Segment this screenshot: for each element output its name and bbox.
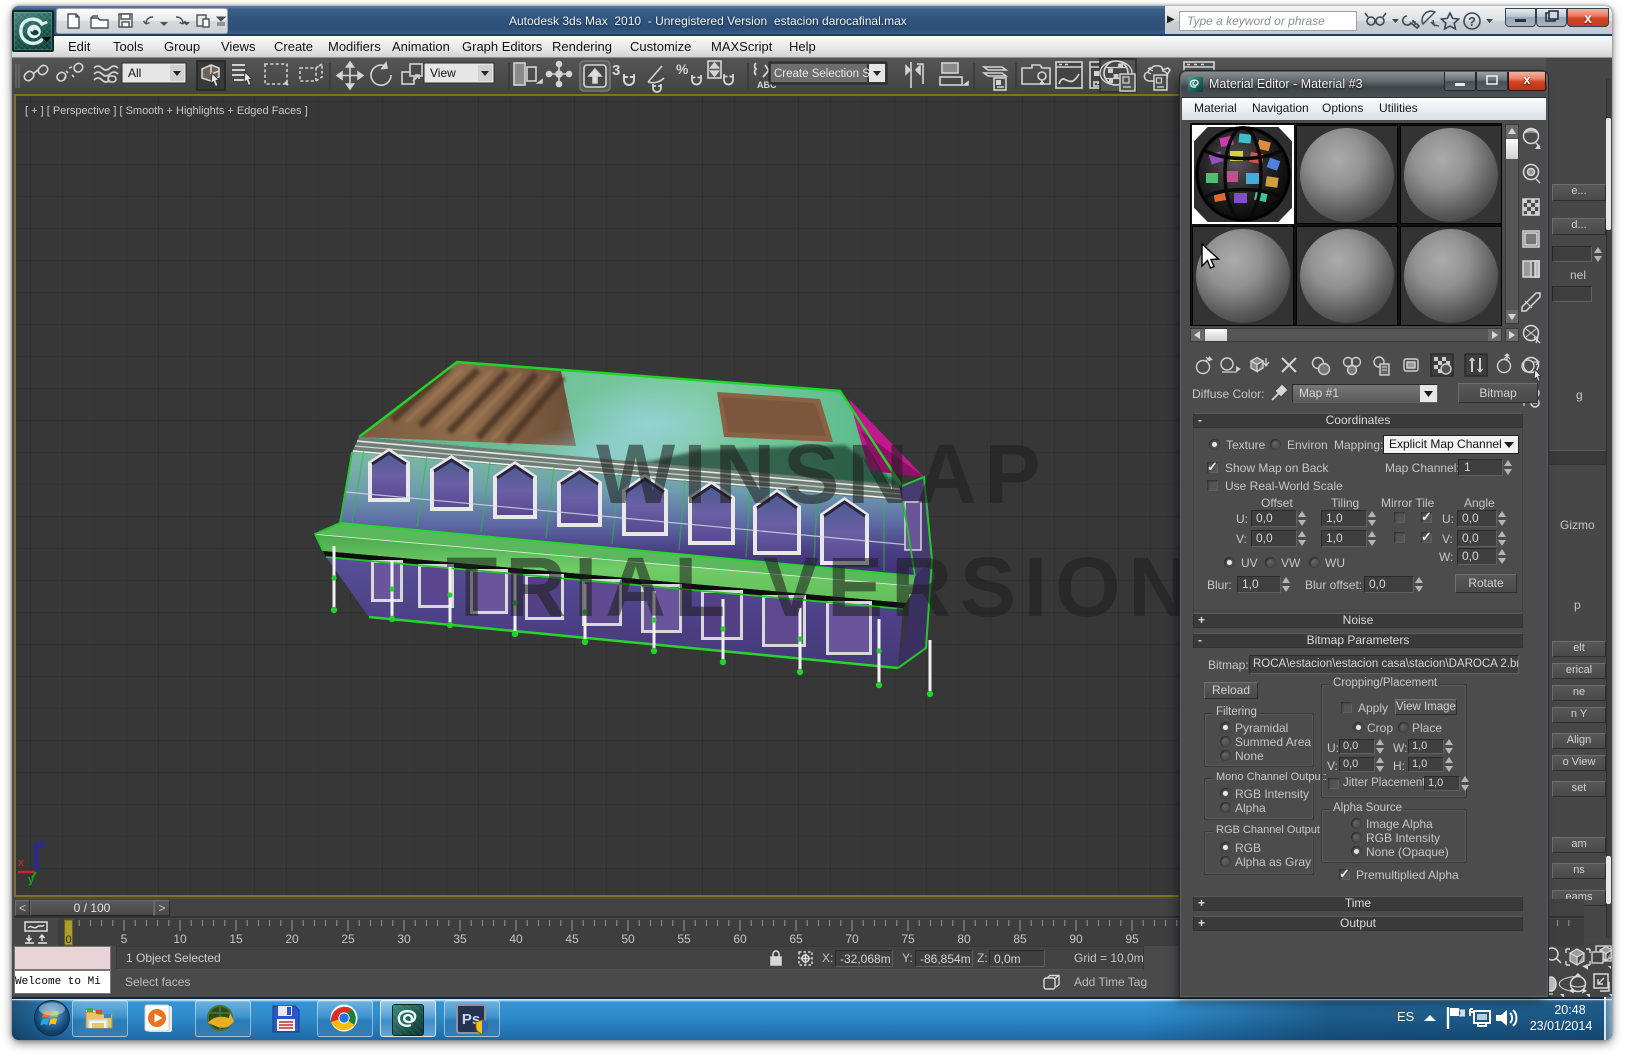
svg-text:95: 95	[1125, 932, 1139, 946]
svg-text:85: 85	[1013, 932, 1027, 946]
svg-text:All: All	[128, 66, 141, 80]
svg-text:80: 80	[957, 932, 971, 946]
svg-text:45: 45	[565, 932, 579, 946]
svg-text:25: 25	[341, 932, 355, 946]
svg-text:60: 60	[733, 932, 747, 946]
svg-text:Create Selection Se: Create Selection Se	[774, 68, 876, 80]
svg-text:50: 50	[621, 932, 635, 946]
svg-text:20: 20	[285, 932, 299, 946]
svg-text:65: 65	[789, 932, 803, 946]
svg-text:30: 30	[397, 932, 411, 946]
svg-text:?: ?	[1468, 15, 1476, 29]
svg-text:15: 15	[229, 932, 243, 946]
svg-text:70: 70	[845, 932, 859, 946]
svg-text:View: View	[430, 66, 456, 80]
svg-text:0: 0	[65, 934, 71, 946]
svg-text:3: 3	[612, 62, 620, 79]
svg-text:y: y	[28, 874, 35, 886]
svg-text:90: 90	[1069, 932, 1083, 946]
svg-text:z: z	[39, 839, 45, 851]
svg-text:55: 55	[677, 932, 691, 946]
svg-text:%: %	[676, 61, 689, 77]
svg-text:5: 5	[121, 932, 128, 946]
svg-text:75: 75	[901, 932, 915, 946]
svg-text:35: 35	[453, 932, 467, 946]
svg-text:x: x	[18, 857, 25, 869]
svg-text:x: x	[1584, 10, 1592, 26]
svg-text:40: 40	[509, 932, 523, 946]
svg-text:10: 10	[173, 932, 187, 946]
